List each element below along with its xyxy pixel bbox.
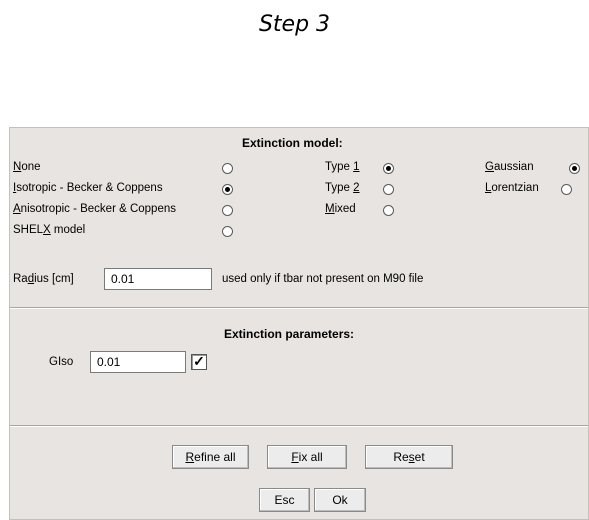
- model-shelx-radio[interactable]: [222, 226, 233, 237]
- type-2-radio[interactable]: [383, 184, 394, 195]
- step-title: Step 3: [258, 12, 331, 37]
- model-isotropic-label: Isotropic - Becker & Coppens: [13, 182, 163, 194]
- lorentzian-radio[interactable]: [561, 184, 572, 195]
- radius-note: used only if tbar not present on M90 fil…: [222, 273, 424, 285]
- extinction-parameters-title: Extinction parameters:: [224, 327, 355, 341]
- fix-all-button[interactable]: Fix all: [267, 445, 347, 469]
- refine-all-button[interactable]: Refine all: [172, 445, 249, 469]
- type-2-label: Type 2: [325, 182, 360, 194]
- model-isotropic-radio[interactable]: [222, 184, 233, 195]
- model-none-label: None: [13, 161, 41, 173]
- lorentzian-label: Lorentzian: [485, 182, 539, 194]
- separator: [10, 307, 588, 309]
- gaussian-radio[interactable]: [569, 163, 580, 174]
- giso-input[interactable]: [90, 351, 186, 373]
- reset-button[interactable]: Reset: [365, 445, 453, 469]
- model-anisotropic-radio[interactable]: [222, 205, 233, 216]
- type-1-radio[interactable]: [383, 163, 394, 174]
- model-anisotropic-label: Anisotropic - Becker & Coppens: [13, 203, 176, 215]
- mixed-radio[interactable]: [383, 205, 394, 216]
- radius-label: Radius [cm]: [13, 273, 74, 285]
- extinction-dialog: Extinction model: None Isotropic - Becke…: [9, 127, 589, 520]
- type-1-label: Type 1: [325, 161, 360, 173]
- esc-button[interactable]: Esc: [259, 488, 310, 512]
- giso-refine-checkbox[interactable]: ✓: [191, 354, 207, 370]
- ok-button[interactable]: Ok: [314, 488, 366, 512]
- mixed-label: Mixed: [325, 203, 356, 215]
- radius-input[interactable]: [104, 268, 212, 290]
- extinction-model-title: Extinction model:: [242, 136, 343, 150]
- gaussian-label: Gaussian: [485, 161, 534, 173]
- model-none-radio[interactable]: [222, 163, 233, 174]
- model-shelx-label: SHELX model: [13, 224, 86, 236]
- separator: [10, 425, 588, 427]
- giso-label: GIso: [49, 356, 74, 368]
